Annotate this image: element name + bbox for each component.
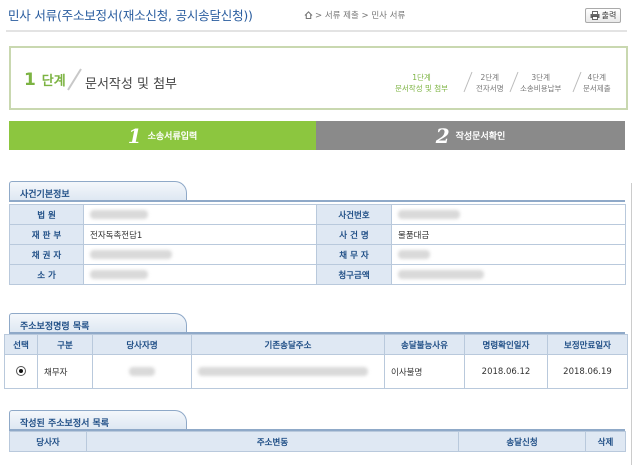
- col-type: 구분: [37, 334, 93, 355]
- col-service-request: 송달신청: [458, 431, 586, 452]
- mini-step-divider: [509, 71, 519, 93]
- party-name-cell: [92, 354, 192, 389]
- address-masked: [198, 366, 368, 376]
- creditor-value: [83, 244, 317, 265]
- current-step-number: 1 단계: [24, 70, 66, 90]
- progress-step-1: 1 소송서류입력: [9, 121, 316, 150]
- division-label: 재 판 부: [9, 224, 84, 245]
- case-name-label: 사 건 명: [316, 224, 392, 245]
- breadcrumb: > 서류 제출 > 민사 서류: [304, 9, 405, 21]
- home-icon[interactable]: [304, 11, 313, 19]
- progress-step-1-number: 1: [127, 123, 142, 148]
- page-header: 민사 서류(주소보정서(재소신청, 공시송달신청)) > 서류 제출 > 민사 …: [0, 0, 635, 32]
- claim-amount-value: [391, 264, 626, 285]
- progress-bar: 1 소송서류입력 2 작성문서확인: [9, 121, 625, 150]
- current-step-name: 문서작성 및 첨부: [85, 77, 177, 92]
- col-reason: 송달불능사유: [384, 334, 465, 355]
- claim-amount-masked: [398, 269, 484, 279]
- table-row: 소 가 청구금액: [9, 264, 626, 285]
- mini-step-1: 1단계 문서작성 및 첨부: [395, 73, 449, 93]
- debtor-label: 채 무 자: [316, 244, 392, 265]
- confirm-date-cell: 2018.06.12: [464, 354, 548, 389]
- step-indicator: 1 단계 문서작성 및 첨부 1단계 문서작성 및 첨부 2단계 전자서명 3단계 소…: [9, 46, 628, 110]
- table-header-row: 당사자 주소변동 송달신청 삭제: [9, 431, 626, 452]
- table-row[interactable]: 채무자 이사불명 2018.06.12 2018.06.19: [4, 354, 628, 389]
- claim-value-value: [83, 264, 317, 285]
- col-address: 기존송달주소: [191, 334, 385, 355]
- creditor-label: 채 권 자: [9, 244, 84, 265]
- header-divider: [6, 30, 627, 32]
- select-cell: [4, 354, 38, 389]
- court-label: 법 원: [9, 204, 84, 225]
- print-label: 출력: [601, 11, 617, 20]
- col-select: 선택: [4, 334, 38, 355]
- page-title: 민사 서류(주소보정서(재소신청, 공시송달신청)): [8, 8, 253, 23]
- debtor-masked: [398, 249, 430, 259]
- col-confirm-date: 명령확인일자: [464, 334, 548, 355]
- mini-step-2: 2단계 전자서명: [476, 73, 504, 93]
- written-list-table: 당사자 주소변동 송달신청 삭제: [9, 431, 626, 452]
- section-divider: [9, 200, 625, 202]
- col-expire-date: 보정만료일자: [547, 334, 628, 355]
- case-info-table: 법 원 사건번호 재 판 부 전자독촉전담1 사 건 명 물품대금 채 권 자 …: [9, 204, 626, 285]
- court-value-masked: [90, 209, 148, 219]
- table-row: 채 권 자 채 무 자: [9, 244, 626, 265]
- col-party: 당사자: [9, 431, 87, 452]
- claim-value-masked: [90, 269, 148, 279]
- case-info-section-title: 사건기본정보: [9, 181, 187, 201]
- mini-step-3: 3단계 소송비용납부: [520, 73, 562, 93]
- order-list-table: 선택 구분 당사자명 기존송달주소 송달불능사유 명령확인일자 보정만료일자 채…: [4, 334, 628, 389]
- progress-step-2-label: 작성문서확인: [455, 132, 506, 142]
- written-list-section-title: 작성된 주소보정서 목록: [9, 410, 187, 430]
- division-value: 전자독촉전담1: [83, 224, 317, 245]
- court-value: [83, 204, 317, 225]
- mini-step-4: 4단계 문서제출: [583, 73, 611, 93]
- expire-date-cell: 2018.06.19: [547, 354, 628, 389]
- case-name-value: 물품대금: [391, 224, 626, 245]
- col-delete: 삭제: [585, 431, 626, 452]
- printer-icon: [590, 11, 600, 20]
- breadcrumb-path: > 서류 제출 > 민사 서류: [315, 11, 406, 21]
- col-address-change: 주소변동: [86, 431, 459, 452]
- party-name-masked: [129, 366, 155, 376]
- row-select-radio[interactable]: [16, 366, 26, 377]
- mini-step-divider: [572, 71, 582, 93]
- case-number-value: [391, 204, 626, 225]
- mini-step-divider: [463, 71, 473, 93]
- claim-value-label: 소 가: [9, 264, 84, 285]
- debtor-value: [391, 244, 626, 265]
- table-row: 재 판 부 전자독촉전담1 사 건 명 물품대금: [9, 224, 626, 245]
- table-header-row: 선택 구분 당사자명 기존송달주소 송달불능사유 명령확인일자 보정만료일자: [4, 334, 628, 355]
- case-number-masked: [398, 209, 460, 219]
- table-row: 법 원 사건번호: [9, 204, 626, 225]
- case-number-label: 사건번호: [316, 204, 392, 225]
- step-slash-divider: [67, 68, 82, 91]
- order-list-section-title: 주소보정명령 목록: [9, 313, 187, 333]
- reason-cell: 이사불명: [384, 354, 465, 389]
- scrollbar-edge[interactable]: [631, 183, 635, 465]
- type-cell: 채무자: [37, 354, 93, 389]
- progress-step-2: 2 작성문서확인: [316, 121, 625, 150]
- col-party-name: 당사자명: [92, 334, 192, 355]
- address-cell: [191, 354, 385, 389]
- progress-step-1-label: 소송서류입력: [147, 132, 198, 142]
- claim-amount-label: 청구금액: [316, 264, 392, 285]
- progress-step-2-number: 2: [435, 123, 450, 148]
- print-button[interactable]: 출력: [585, 8, 621, 23]
- creditor-masked: [90, 249, 172, 259]
